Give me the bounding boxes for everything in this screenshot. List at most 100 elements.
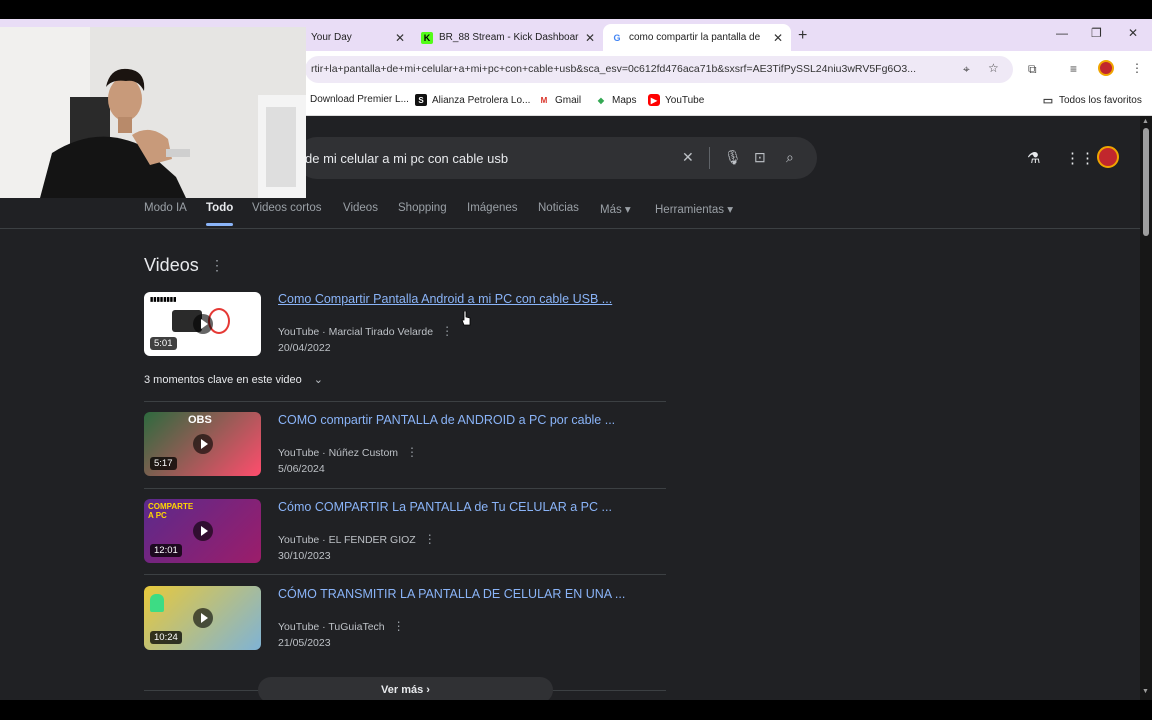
restore-icon[interactable]: ❐	[1091, 26, 1102, 40]
bookmark-label: Download Premier L...	[310, 94, 409, 105]
tab-noticias[interactable]: Noticias	[538, 202, 579, 214]
extensions-icon[interactable]: ⧉	[1028, 62, 1037, 77]
tab-label: Más	[600, 204, 622, 216]
gmail-icon: M	[538, 94, 550, 106]
search-icon[interactable]: ⌕	[786, 149, 794, 166]
key-moments-toggle[interactable]: 3 momentos clave en este video ⌄	[144, 373, 323, 387]
tab-videos-cortos[interactable]: Videos cortos	[252, 202, 321, 214]
bookmark-item[interactable]: ▶ YouTube	[648, 94, 704, 106]
scroll-thumb[interactable]	[1143, 128, 1149, 236]
chevron-down-icon: ⌄	[313, 374, 323, 386]
kick-icon: K	[421, 31, 433, 44]
scroll-down-icon[interactable]: ▼	[1142, 688, 1149, 695]
tab-modo-ia[interactable]: Modo IA	[144, 202, 187, 214]
clear-icon[interactable]: ✕	[682, 149, 694, 166]
menu-icon[interactable]: ⋮	[1131, 61, 1143, 75]
video-title[interactable]: COMO compartir PANTALLA de ANDROID a PC …	[278, 413, 615, 427]
key-moments-label: 3 momentos clave en este video	[144, 373, 302, 386]
media-icon[interactable]: ≡	[1070, 62, 1077, 76]
video-duration: 5:01	[150, 337, 177, 350]
bookmark-item[interactable]: Download Premier L...	[310, 94, 409, 105]
labs-icon[interactable]: ⚗	[1027, 149, 1040, 167]
webcam-overlay	[0, 27, 306, 198]
location-icon[interactable]: ⌖	[963, 62, 970, 77]
tab-mas[interactable]: Más ▾	[600, 202, 631, 216]
more-options-icon[interactable]: ⋮	[424, 532, 436, 546]
bookmark-item[interactable]: ◆ Maps	[595, 94, 636, 106]
minimize-icon[interactable]: —	[1056, 26, 1068, 40]
video-source: YouTube · TuGuiaTech ⋮	[278, 619, 405, 633]
video-duration: 12:01	[150, 544, 182, 557]
tab-imagenes[interactable]: Imágenes	[467, 202, 518, 214]
video-duration: 5:17	[150, 457, 177, 470]
video-source: YouTube · Marcial Tirado Velarde ⋮	[278, 324, 453, 338]
more-options-icon[interactable]: ⋮	[210, 257, 224, 274]
video-result[interactable]: COMPARTE A PC 12:01 Cómo COMPARTIR La PAN…	[144, 498, 666, 568]
url-text: rtir+la+pantalla+de+mi+celular+a+mi+pc+c…	[311, 63, 917, 75]
tab-todo[interactable]: Todo	[206, 202, 234, 226]
profile-avatar[interactable]	[1098, 60, 1114, 76]
close-icon[interactable]: ✕	[395, 31, 405, 45]
tab-herramientas[interactable]: Herramientas ▾	[655, 202, 733, 216]
video-title[interactable]: Cómo COMPARTIR La PANTALLA de Tu CELULAR…	[278, 500, 612, 514]
video-title[interactable]: Como Compartir Pantalla Android a mi PC …	[278, 292, 612, 306]
search-results-page: de mi celular a mi pc con cable usb ✕ 🎙 …	[0, 116, 1140, 703]
scroll-up-icon[interactable]: ▲	[1142, 118, 1149, 125]
close-icon[interactable]: ✕	[773, 31, 783, 45]
more-options-icon[interactable]: ⋮	[441, 324, 453, 338]
bookmark-label: Alianza Petrolera Lo...	[432, 94, 531, 106]
bookmark-label: Maps	[612, 94, 637, 106]
youtube-icon: ▶	[648, 94, 660, 106]
maps-icon: ◆	[595, 94, 607, 106]
video-thumbnail[interactable]: COMPARTE A PC 12:01	[144, 499, 261, 563]
search-box[interactable]: de mi celular a mi pc con cable usb ✕ 🎙 …	[296, 137, 817, 179]
tab-title: como compartir la pantalla de	[629, 32, 761, 43]
video-result[interactable]: OBS 5:17 COMO compartir PANTALLA de ANDR…	[144, 411, 666, 481]
tab-google-search[interactable]: G como compartir la pantalla de ✕	[603, 24, 791, 51]
scrollbar[interactable]: ▲ ▼	[1140, 116, 1152, 700]
tab-shopping[interactable]: Shopping	[398, 202, 447, 214]
video-result[interactable]: ▮▮▮▮▮▮▮▮ 5:01 Como Compartir Pantalla An…	[144, 290, 666, 360]
more-options-icon[interactable]: ⋮	[393, 619, 405, 633]
tab-label: Herramientas	[655, 204, 725, 216]
video-thumbnail[interactable]: OBS 5:17	[144, 412, 261, 476]
video-date: 21/05/2023	[278, 637, 331, 649]
video-thumbnail[interactable]: ▮▮▮▮▮▮▮▮ 5:01	[144, 292, 261, 356]
lens-icon[interactable]: ⊡	[754, 149, 766, 166]
more-options-icon[interactable]: ⋮	[406, 445, 418, 459]
bookmark-item[interactable]: S Alianza Petrolera Lo...	[415, 94, 530, 106]
tab-kick-dashboard[interactable]: K BR_88 Stream - Kick Dashboard ✕	[413, 24, 603, 51]
video-date: 20/04/2022	[278, 342, 331, 354]
divider	[144, 401, 666, 402]
section-title: Videos	[144, 255, 199, 275]
source-text: YouTube · EL FENDER GIOZ	[278, 534, 416, 546]
avatar[interactable]	[1097, 146, 1119, 168]
new-tab-icon[interactable]: +	[798, 27, 807, 45]
bottom-strip	[0, 700, 1152, 720]
microphone-icon[interactable]: 🎙	[724, 149, 742, 166]
close-icon[interactable]: ✕	[585, 31, 595, 45]
ver-mas-label: Ver más	[381, 684, 424, 696]
video-thumbnail[interactable]: 10:24	[144, 586, 261, 650]
thumbnail-art: OBS	[188, 414, 212, 426]
video-result[interactable]: 10:24 CÓMO TRANSMITIR LA PANTALLA DE CEL…	[144, 585, 666, 655]
tab-your-day[interactable]: Your Day ✕	[303, 24, 413, 51]
alianza-icon: S	[415, 94, 427, 106]
webcam-feed	[0, 27, 306, 198]
chevron-right-icon: ›	[426, 684, 430, 696]
search-input[interactable]: de mi celular a mi pc con cable usb	[305, 151, 508, 166]
tab-videos[interactable]: Videos	[343, 202, 378, 214]
address-bar[interactable]: rtir+la+pantalla+de+mi+celular+a+mi+pc+c…	[305, 56, 1013, 83]
bookmark-label: Todos los favoritos	[1059, 94, 1142, 106]
video-title[interactable]: CÓMO TRANSMITIR LA PANTALLA DE CELULAR E…	[278, 587, 625, 601]
bookmark-item[interactable]: M Gmail	[538, 94, 581, 106]
play-icon	[193, 608, 213, 628]
google-icon: G	[613, 32, 621, 43]
tab-title: Your Day	[311, 32, 352, 43]
bookmark-star-icon[interactable]: ☆	[988, 61, 999, 75]
divider	[144, 574, 666, 575]
all-bookmarks[interactable]: ▭ Todos los favoritos	[1042, 94, 1142, 107]
window-close-icon[interactable]: ✕	[1128, 26, 1138, 40]
video-source: YouTube · EL FENDER GIOZ ⋮	[278, 532, 436, 546]
video-duration: 10:24	[150, 631, 182, 644]
